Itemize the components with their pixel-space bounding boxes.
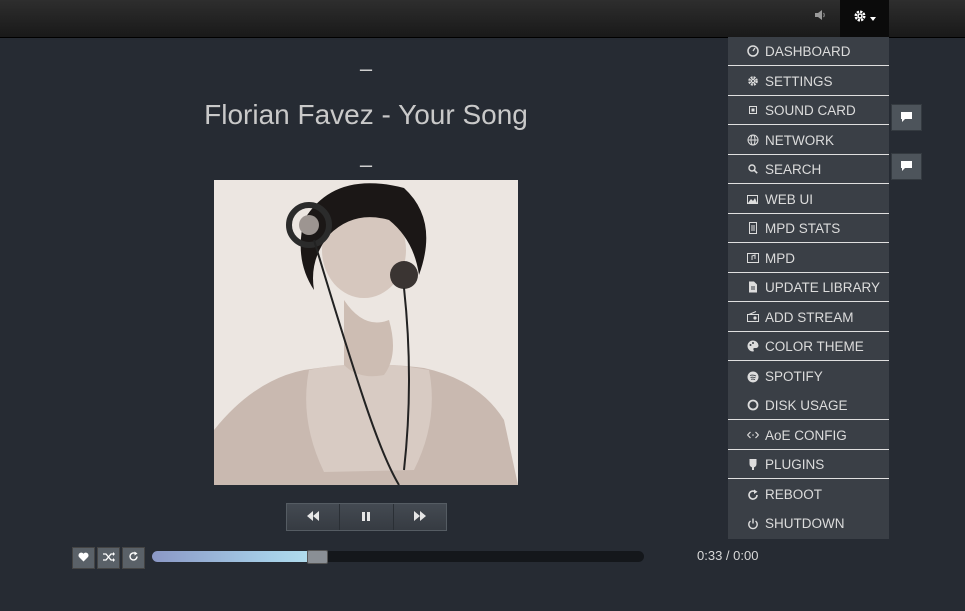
playback-time: 0:33 / 0:00: [697, 548, 759, 563]
next-button[interactable]: [394, 504, 446, 530]
menu-item-label: DISK USAGE: [765, 397, 848, 413]
comment-icon: [901, 109, 912, 127]
gear-icon: [853, 9, 867, 28]
dashboard-icon: [747, 45, 759, 57]
gear-icon: [747, 75, 759, 87]
heart-icon: [78, 549, 89, 567]
menu-item-label: UPDATE LIBRARY: [765, 279, 881, 295]
menu-item-label: SPOTIFY: [765, 369, 823, 384]
radio-icon: [747, 311, 759, 323]
chevron-down-icon: [870, 16, 876, 21]
circle-icon: [747, 399, 759, 411]
transport-controls: [286, 503, 447, 531]
menu-item-network[interactable]: NETWORK: [728, 126, 889, 155]
pause-button[interactable]: [340, 504, 394, 530]
progress-handle[interactable]: [307, 550, 328, 564]
menu-item-mpd[interactable]: MPD: [728, 244, 889, 273]
search-icon: [747, 163, 759, 175]
menu-item-search[interactable]: SEARCH: [728, 155, 889, 184]
menu-item-mpd-stats[interactable]: MPD STATS: [728, 214, 889, 243]
refresh-icon: [747, 489, 759, 501]
favorite-button[interactable]: [72, 547, 95, 569]
menu-item-plugins[interactable]: PLUGINS: [728, 450, 889, 479]
top-bar: [0, 0, 965, 38]
power-icon: [747, 518, 759, 530]
music-file-icon: [747, 252, 759, 264]
chip-icon: [747, 104, 759, 116]
menu-item-add-stream[interactable]: ADD STREAM: [728, 303, 889, 332]
menu-item-label: COLOR THEME: [765, 338, 864, 354]
menu-item-label: SEARCH: [765, 161, 822, 177]
album-cover: [214, 180, 518, 485]
menu-item-label: SETTINGS: [765, 73, 833, 89]
menu-item-aoe-config[interactable]: AoE CONFIG: [728, 421, 889, 450]
menu-item-disk-usage[interactable]: DISK USAGE: [728, 391, 889, 420]
menu-item-settings[interactable]: SETTINGS: [728, 67, 889, 96]
plug-icon: [747, 458, 759, 470]
settings-menu-button[interactable]: [840, 0, 889, 37]
comment-icon: [901, 158, 912, 176]
spotify-icon: [747, 371, 759, 383]
sound-card-comment-button[interactable]: [891, 104, 922, 131]
menu-item-shutdown[interactable]: SHUTDOWN: [728, 509, 889, 538]
previous-button[interactable]: [287, 504, 341, 530]
menu-item-sound-card[interactable]: SOUND CARD: [728, 96, 889, 125]
menu-item-label: AoE CONFIG: [765, 427, 847, 443]
menu-item-label: REBOOT: [765, 487, 823, 502]
menu-item-label: SOUND CARD: [765, 102, 856, 118]
menu-item-update-library[interactable]: UPDATE LIBRARY: [728, 273, 889, 302]
next-icon: [413, 508, 426, 526]
menu-item-color-theme[interactable]: COLOR THEME: [728, 332, 889, 361]
menu-item-label: MPD: [765, 250, 795, 266]
menu-item-label: SHUTDOWN: [765, 516, 845, 531]
menu-item-label: NETWORK: [765, 132, 834, 148]
menu-item-web-ui[interactable]: WEB UI: [728, 185, 889, 214]
repeat-icon: [128, 549, 139, 567]
shuffle-button[interactable]: [97, 547, 120, 569]
file-icon: [747, 222, 759, 234]
menu-item-label: PLUGINS: [765, 456, 825, 472]
settings-dropdown-menu: DASHBOARD SETTINGS SOUND CARD NETWORK SEARCH…: [728, 37, 889, 539]
repeat-button[interactable]: [122, 547, 145, 569]
menu-item-label: DASHBOARD: [765, 43, 851, 59]
song-title: Florian Favez - Your Song: [204, 99, 528, 130]
menu-item-label: ADD STREAM: [765, 309, 854, 325]
shuffle-icon: [102, 549, 115, 567]
search-comment-button[interactable]: [891, 153, 922, 180]
menu-item-reboot[interactable]: REBOOT: [728, 480, 889, 509]
arrows-icon: [747, 429, 759, 441]
progress-bar[interactable]: [152, 550, 644, 564]
document-icon: [747, 281, 759, 293]
previous-icon: [307, 508, 320, 526]
palette-icon: [747, 340, 759, 352]
artist-line: –: [359, 56, 373, 81]
menu-item-label: MPD STATS: [765, 220, 841, 236]
album-line: –: [359, 152, 373, 177]
menu-item-label: WEB UI: [765, 191, 814, 207]
progress-fill: [152, 551, 324, 562]
pause-icon: [362, 508, 371, 526]
menu-item-spotify[interactable]: SPOTIFY: [728, 362, 889, 391]
globe-icon: [747, 134, 759, 146]
images-icon: [747, 193, 759, 205]
menu-item-dashboard[interactable]: DASHBOARD: [728, 37, 889, 66]
volume-icon[interactable]: [813, 8, 827, 22]
